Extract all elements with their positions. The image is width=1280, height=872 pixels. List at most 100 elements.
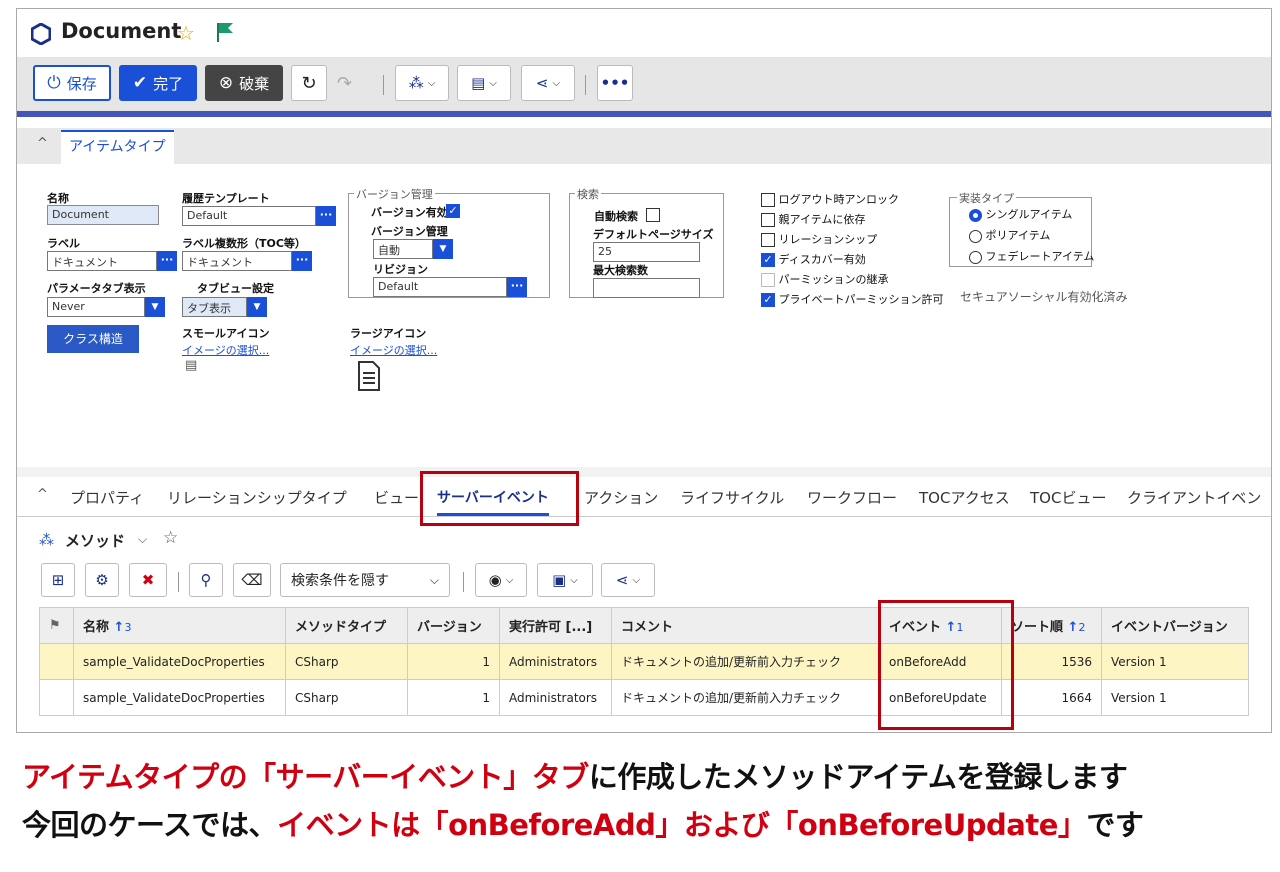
event-version-cell[interactable]: Version 1 (1101, 679, 1249, 716)
revision-field[interactable]: Default (373, 277, 507, 297)
version-control-select[interactable]: 自動 (373, 239, 433, 259)
option-checkbox-row[interactable]: 親アイテムに依存 (761, 211, 961, 227)
label-field[interactable]: ドキュメント (47, 251, 157, 271)
option-checkbox-row[interactable]: ✓ ディスカバー有効 (761, 251, 961, 267)
chevron-down-icon[interactable]: ▼ (433, 239, 453, 259)
comment-column-header[interactable]: コメント (611, 607, 880, 644)
radio[interactable] (969, 229, 982, 243)
checkbox[interactable]: ✓ (761, 253, 775, 267)
impl-type-option[interactable]: シングルアイテム (969, 206, 1099, 222)
comment-cell[interactable]: ドキュメントの追加/更新前入力チェック (611, 643, 880, 680)
version-column-header[interactable]: バージョン (407, 607, 500, 644)
checkbox[interactable]: ✓ (761, 293, 775, 307)
graph-menu-button[interactable]: ⁂ ⌵ (395, 65, 449, 101)
flag-cell[interactable] (39, 643, 74, 680)
impl-type-option[interactable]: フェデレートアイテム (969, 248, 1099, 264)
table-row[interactable]: sample_ValidateDocProperties CSharp 1 Ad… (39, 643, 1249, 680)
discard-button[interactable]: ⊗ 破棄 (205, 65, 283, 101)
small-icon-link[interactable]: イメージの選択... (182, 342, 269, 358)
sort-order-cell[interactable]: 1536 (1001, 643, 1102, 680)
new-row-button[interactable]: ⊞ (41, 563, 75, 597)
permission-column-header[interactable]: 実行許可 [...] (499, 607, 612, 644)
share-menu-button[interactable]: ⋖ ⌵ (601, 563, 655, 597)
done-button[interactable]: ✔ 完了 (119, 65, 197, 101)
tab-item[interactable]: リレーションシップタイプ (167, 487, 347, 508)
sort-order-cell[interactable]: 1664 (1001, 679, 1102, 716)
clear-search-button[interactable]: ⌫ (233, 563, 271, 597)
remove-row-button[interactable]: ✖ (129, 563, 167, 597)
event-version-cell[interactable]: Version 1 (1101, 643, 1249, 680)
flag-icon[interactable] (215, 21, 235, 43)
favorite-star-icon[interactable]: ☆ (177, 21, 195, 45)
tab-item[interactable]: ビュー (374, 487, 419, 508)
history-more-button[interactable]: ··· (316, 206, 336, 226)
option-checkbox-row[interactable]: ログアウト時アンロック (761, 191, 961, 207)
tab-item[interactable]: アクション (584, 487, 658, 508)
radio[interactable] (969, 250, 982, 264)
type-cell[interactable]: CSharp (285, 643, 408, 680)
tab-item[interactable]: TOCアクセス (919, 487, 1010, 508)
checkbox[interactable] (761, 273, 775, 287)
collapse-icon[interactable]: ^ (37, 136, 48, 151)
event-version-column-header[interactable]: イベントバージョン (1101, 607, 1249, 644)
history-field[interactable]: Default (182, 206, 316, 226)
version-cell[interactable]: 1 (407, 643, 500, 680)
flag-cell[interactable] (39, 679, 74, 716)
more-button[interactable]: ••• (597, 65, 633, 101)
radio[interactable] (969, 208, 982, 222)
auto-search-checkbox[interactable] (646, 208, 660, 222)
tabview-select[interactable]: タブ表示 (182, 297, 247, 317)
name-cell[interactable]: sample_ValidateDocProperties (73, 679, 286, 716)
permission-cell[interactable]: Administrators (499, 679, 612, 716)
search-mode-select[interactable]: 検索条件を隠す ⌵ (280, 563, 450, 597)
pick-item-button[interactable]: ⚙ (85, 563, 119, 597)
share-menu-button[interactable]: ⋖ ⌵ (521, 65, 575, 101)
impl-type-option[interactable]: ポリアイテム (969, 227, 1099, 243)
collapse-icon[interactable]: ^ (37, 487, 48, 502)
tab-item[interactable]: ライフサイクル (680, 487, 784, 508)
option-checkbox-row[interactable]: リレーションシップ (761, 231, 961, 247)
name-column-header[interactable]: 名称 ↑3 (73, 607, 286, 644)
layout-menu-button[interactable]: ▣ ⌵ (537, 563, 593, 597)
large-icon-link[interactable]: イメージの選択... (350, 342, 437, 358)
tab-item[interactable]: TOCビュー (1030, 487, 1106, 508)
param-tab-select[interactable]: Never (47, 297, 145, 317)
version-enabled-checkbox[interactable]: ✓ (446, 204, 460, 218)
view-menu-button[interactable]: ◉ ⌵ (475, 563, 527, 597)
class-structure-button[interactable]: クラス構造 (47, 325, 139, 353)
revision-more-button[interactable]: ··· (507, 277, 527, 297)
favorite-star-icon[interactable]: ☆ (163, 528, 178, 548)
name-field[interactable]: Document (47, 205, 159, 225)
tab-itemtype[interactable]: アイテムタイプ (61, 130, 174, 164)
label-more-button[interactable]: ··· (157, 251, 177, 271)
name-cell[interactable]: sample_ValidateDocProperties (73, 643, 286, 680)
version-cell[interactable]: 1 (407, 679, 500, 716)
tab-item[interactable]: クライアントイベン (1127, 487, 1261, 508)
redo-icon[interactable]: ↷ (337, 73, 352, 94)
permission-cell[interactable]: Administrators (499, 643, 612, 680)
sort-order-column-header[interactable]: ソート順 ↑2 (1001, 607, 1102, 644)
max-search-field[interactable] (593, 278, 700, 298)
plural-field[interactable]: ドキュメント (182, 251, 292, 271)
flag-column-header[interactable]: ⚑ (39, 607, 74, 644)
save-button[interactable]: ⏻ 保存 (33, 65, 111, 101)
type-cell[interactable]: CSharp (285, 679, 408, 716)
chevron-down-icon[interactable]: ▼ (145, 297, 165, 317)
tab-item[interactable]: ワークフロー (807, 487, 897, 508)
page-size-field[interactable]: 25 (593, 242, 700, 262)
search-button[interactable]: ⚲ (189, 563, 223, 597)
report-menu-button[interactable]: ▤ ⌵ (457, 65, 511, 101)
splitter[interactable] (17, 467, 1271, 477)
type-column-header[interactable]: メソッドタイプ (285, 607, 408, 644)
chevron-down-icon[interactable]: ⌵ (138, 532, 147, 547)
chevron-down-icon[interactable]: ▼ (247, 297, 267, 317)
tab-item[interactable]: プロパティ (70, 487, 144, 508)
refresh-button[interactable]: ↻ (291, 65, 327, 101)
checkbox[interactable] (761, 213, 775, 227)
table-row[interactable]: sample_ValidateDocProperties CSharp 1 Ad… (39, 679, 1249, 716)
option-checkbox-row[interactable]: ✓ プライベートパーミッション許可 (761, 291, 961, 307)
checkbox[interactable] (761, 193, 775, 207)
comment-cell[interactable]: ドキュメントの追加/更新前入力チェック (611, 679, 880, 716)
option-checkbox-row[interactable]: パーミッションの継承 (761, 271, 961, 287)
checkbox[interactable] (761, 233, 775, 247)
